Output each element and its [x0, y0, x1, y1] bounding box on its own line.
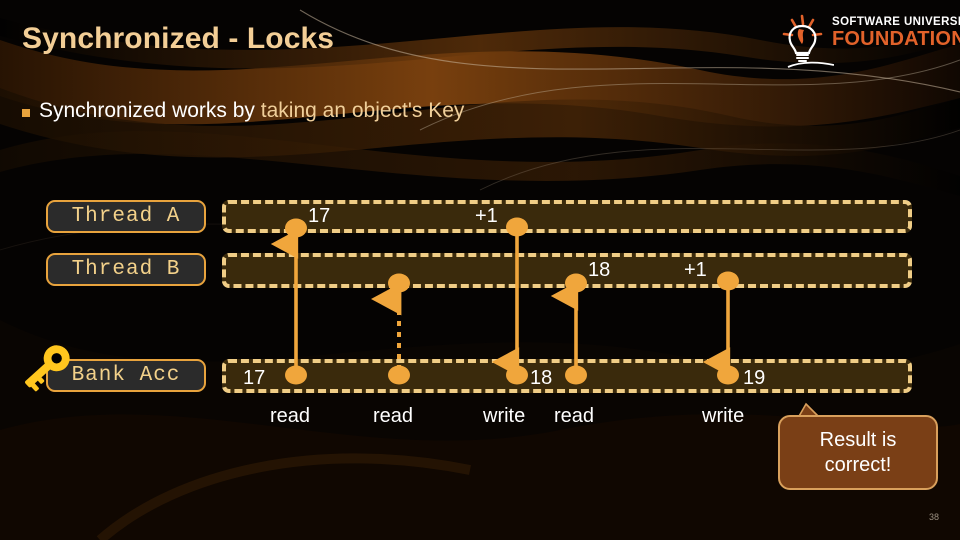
operation-label-read-1: read — [270, 405, 311, 427]
node-dot — [565, 365, 587, 385]
node-dot — [285, 365, 307, 385]
node-dot — [717, 271, 739, 291]
node-dot — [388, 365, 410, 385]
node-dot — [388, 273, 410, 293]
node-dot — [506, 217, 528, 237]
value-bank-after-b-write: 19 — [743, 367, 766, 389]
operation-label-read-2: read — [373, 405, 414, 427]
value-thread-b-read: 18 — [588, 259, 611, 281]
value-thread-a-read: 17 — [308, 205, 331, 227]
node-dot — [285, 218, 307, 238]
callout-line-1: Result is — [819, 428, 897, 451]
node-dot — [565, 273, 587, 293]
operation-label-write-1: write — [483, 405, 526, 427]
operation-label-read-3: read — [554, 405, 595, 427]
slide-canvas: Synchronized - Locks Synchronized works … — [0, 0, 960, 540]
sequence-diagram: Thread A Thread B Bank Acc 17 +1 18 +1 1… — [0, 0, 960, 540]
operation-label-write-2: write — [702, 405, 745, 427]
value-thread-a-increment: +1 — [475, 205, 498, 227]
node-dot — [717, 365, 739, 385]
page-number: 38 — [929, 512, 940, 522]
value-bank-after-a-write: 18 — [530, 367, 553, 389]
value-bank-initial: 17 — [243, 367, 266, 389]
callout-line-2: correct! — [824, 453, 892, 476]
callout-result: Result is correct! — [778, 415, 938, 490]
node-dot — [506, 365, 528, 385]
value-thread-b-increment: +1 — [684, 259, 707, 281]
